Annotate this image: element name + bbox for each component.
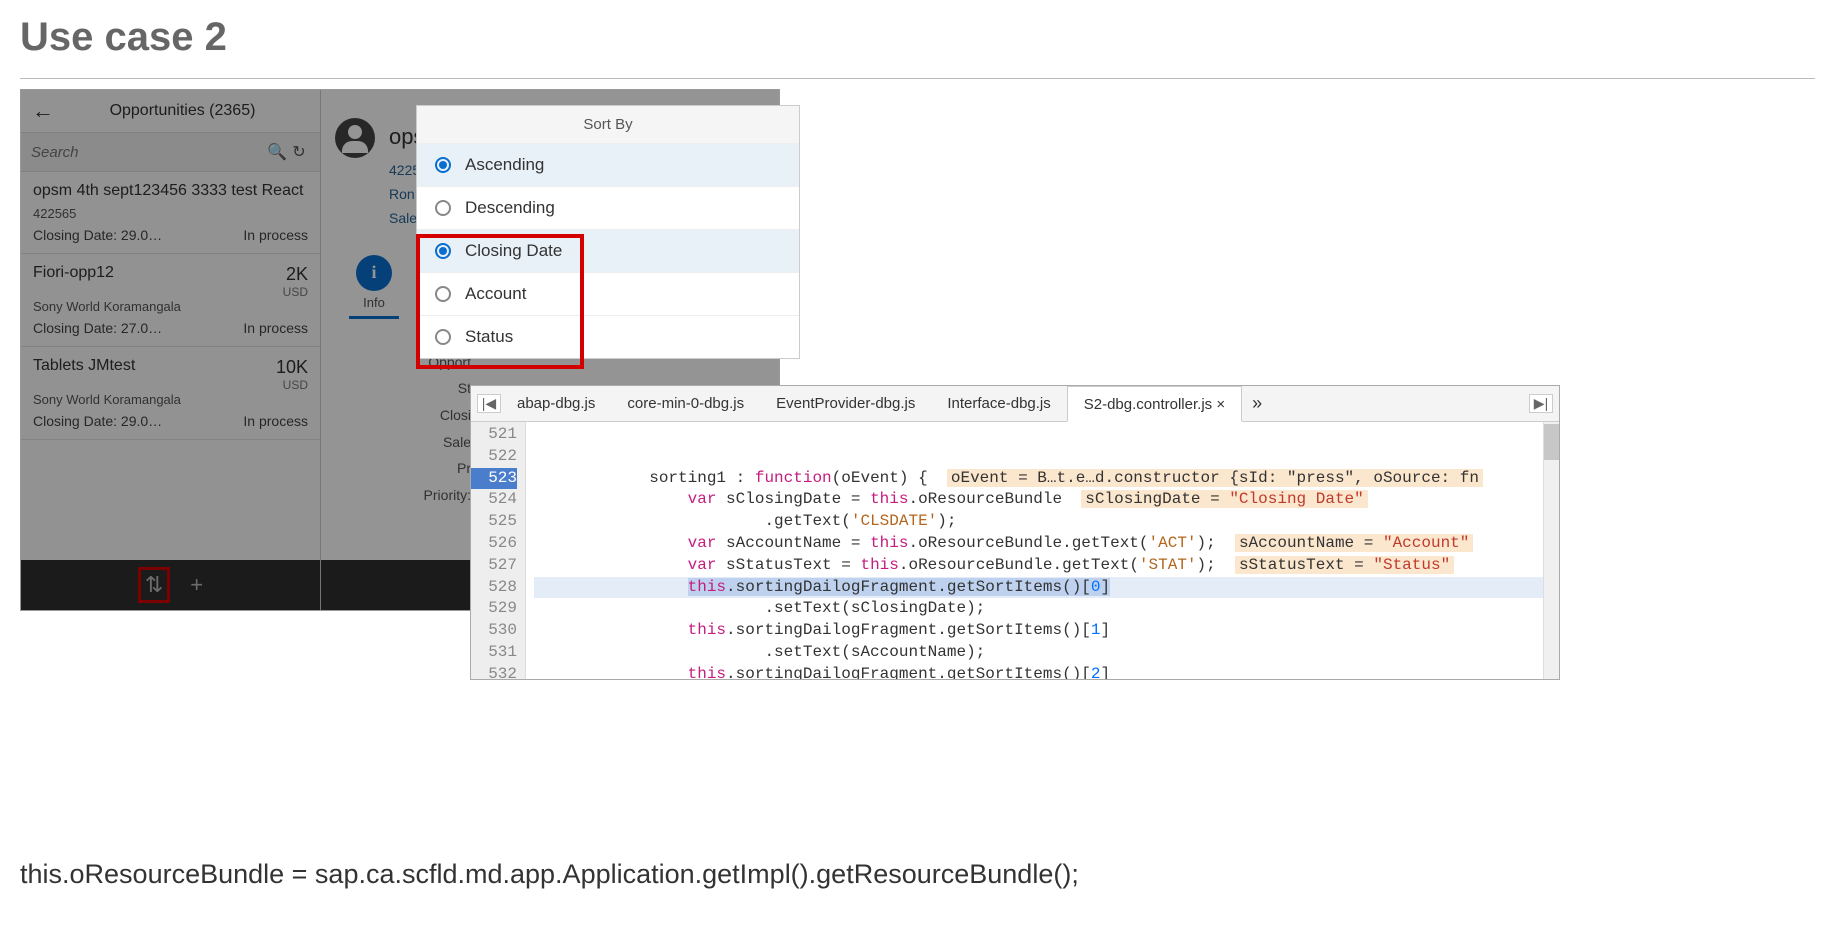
debugger-tab-active[interactable]: S2-dbg.controller.js × [1067,386,1242,422]
footnote-code: this.oResourceBundle = sap.ca.scfld.md.a… [20,859,1815,890]
debugger-tab[interactable]: Interface-dbg.js [931,395,1066,412]
sort-dir-ascending[interactable]: Ascending [417,143,799,186]
sort-item-label: Descending [465,198,555,218]
divider [20,78,1815,79]
debugger-tab[interactable]: abap-dbg.js [501,395,611,412]
radio-icon [435,157,451,173]
debugger-panel: |◀ abap-dbg.js core-min-0-dbg.js EventPr… [470,385,1560,680]
debugger-tab[interactable]: core-min-0-dbg.js [611,395,760,412]
slide-title: Use case 2 [20,15,1815,60]
debugger-tab[interactable]: EventProvider-dbg.js [760,395,931,412]
sort-dialog-title: Sort By [417,106,799,143]
tab-scroll-right-icon[interactable]: ▶| [1529,394,1553,413]
line-gutter: 521 522 523 524 525 526 527 528 529 530 … [471,422,526,679]
sort-dir-descending[interactable]: Descending [417,186,799,229]
sort-item-label: Ascending [465,155,544,175]
tab-scroll-left-icon[interactable]: |◀ [477,394,501,413]
tabs-overflow-icon[interactable]: » [1242,393,1272,414]
radio-icon [435,200,451,216]
highlight-box [416,234,584,369]
code-view[interactable]: sorting1 : function(oEvent) { oEvent = B… [526,422,1543,679]
scrollbar[interactable] [1543,422,1559,679]
